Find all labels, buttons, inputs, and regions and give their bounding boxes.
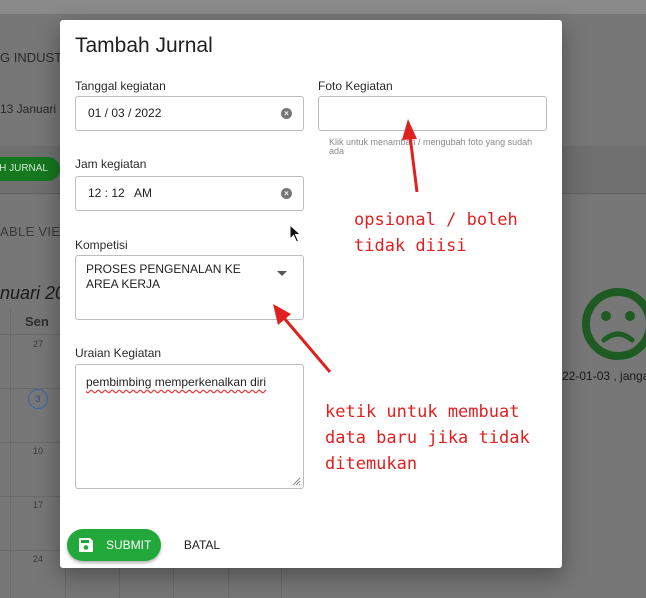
annotation-ketik-line3: ditemukan xyxy=(325,454,418,474)
uraian-textarea[interactable]: pembimbing memperkenalkan diri xyxy=(75,364,304,489)
clear-icon[interactable]: × xyxy=(281,188,292,199)
tanggal-value: 01 / 03 / 2022 xyxy=(88,106,162,120)
foto-upload[interactable] xyxy=(318,96,547,131)
day-number[interactable]: 10 xyxy=(33,446,43,456)
day-number[interactable]: 24 xyxy=(33,554,43,564)
day-number[interactable]: 17 xyxy=(33,500,43,510)
foto-label: Foto Kegiatan xyxy=(318,79,393,93)
annotation-ketik-line2: data baru jika tidak xyxy=(325,428,530,448)
kompetisi-value-line2: AREA KERJA xyxy=(86,277,161,291)
resize-handle-icon[interactable] xyxy=(291,476,301,486)
foto-hint: Klik untuk menambah / mengubah foto yang… xyxy=(329,137,533,156)
date-text: 13 Januari xyxy=(0,102,57,116)
calendar-month-title: nuari 20 xyxy=(0,283,66,303)
tanggal-label: Tanggal kegiatan xyxy=(75,79,166,93)
tambah-jurnal-button[interactable]: AH JURNAL xyxy=(0,157,60,181)
kompetisi-value-line1: PROSES PENGENALAN KE xyxy=(86,262,241,276)
annotation-opsional-line1: opsional / boleh xyxy=(354,210,518,230)
day-header-sen: Sen xyxy=(25,314,49,329)
org-name: G INDUST xyxy=(0,50,63,65)
submit-button[interactable]: SUBMIT xyxy=(67,529,161,561)
submit-label: SUBMIT xyxy=(106,538,152,552)
mouse-cursor-icon xyxy=(289,224,302,243)
top-bar xyxy=(0,0,646,14)
clear-icon[interactable]: × xyxy=(281,108,292,119)
face-caption: 22-01-03 , janga xyxy=(562,369,646,383)
kompetisi-label: Kompetisi xyxy=(75,238,128,252)
today-marker[interactable]: 3 xyxy=(28,389,48,409)
jam-value: 12 : 12 AM xyxy=(88,186,153,200)
day-number[interactable]: 27 xyxy=(33,339,43,349)
tanggal-input[interactable]: 01 / 03 / 2022 × xyxy=(75,96,304,131)
kompetisi-select[interactable]: PROSES PENGENALAN KE AREA KERJA xyxy=(75,255,304,320)
jam-input[interactable]: 12 : 12 AM × xyxy=(75,176,304,211)
chevron-down-icon[interactable] xyxy=(277,271,287,276)
save-icon xyxy=(79,538,93,552)
uraian-value: pembimbing memperkenalkan diri xyxy=(86,375,267,389)
tambah-jurnal-dialog: Tambah Jurnal Tanggal kegiatan 01 / 03 /… xyxy=(60,20,562,568)
annotation-opsional-line2: tidak diisi xyxy=(354,236,467,256)
uraian-label: Uraian Kegiatan xyxy=(75,346,162,360)
jam-label: Jam kegiatan xyxy=(75,157,147,171)
batal-button[interactable]: BATAL xyxy=(176,529,228,561)
annotation-ketik-line1: ketik untuk membuat xyxy=(325,402,520,422)
sad-face-icon xyxy=(582,288,646,360)
dialog-title: Tambah Jurnal xyxy=(75,34,213,57)
